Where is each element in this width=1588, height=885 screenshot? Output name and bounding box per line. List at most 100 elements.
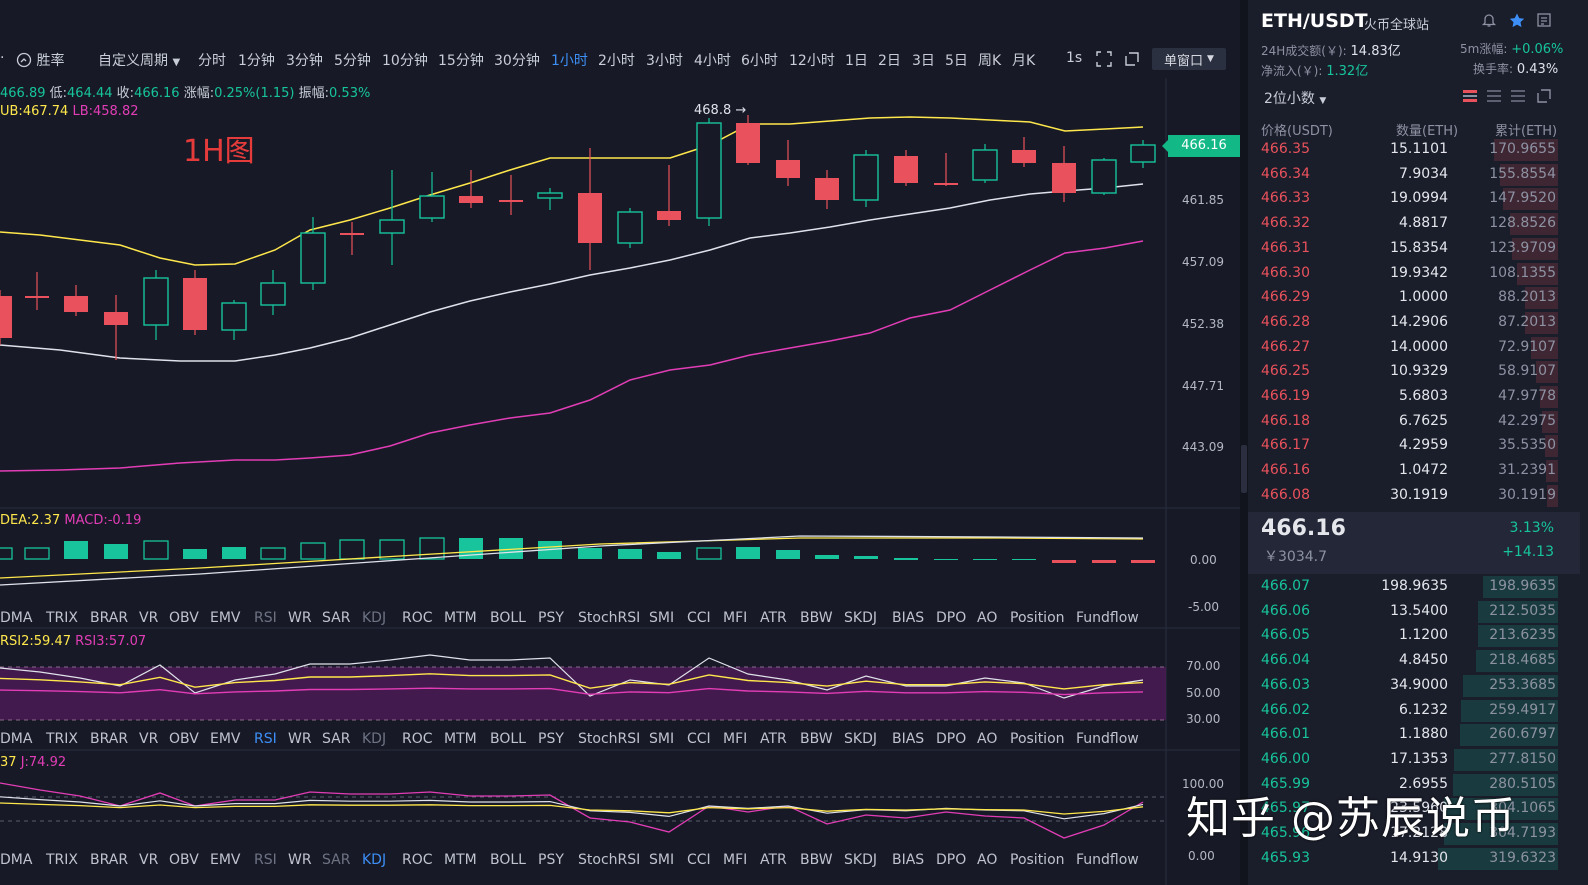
indicator-tab-emv[interactable]: EMV (210, 610, 241, 626)
indicator-tab-skdj[interactable]: SKDJ (844, 731, 877, 747)
bid-row[interactable]: 465.93 14.9130 319.6323 (1248, 847, 1588, 871)
ask-row[interactable]: 466.19 5.6803 47.9778 (1248, 385, 1588, 409)
indicator-tab-sar[interactable]: SAR (322, 852, 350, 868)
indicator-tab-skdj[interactable]: SKDJ (844, 610, 877, 626)
indicator-tab-fundflow[interactable]: Fundflow (1076, 610, 1139, 626)
star-icon[interactable] (1508, 12, 1526, 30)
indicator-tab-position[interactable]: Position (1010, 731, 1065, 747)
chart-area[interactable]: · 胜率 自定义周期 ▼ 分时 1分钟 3分钟 5分钟 10分钟 15分钟 30分钟 1小时 2… (0, 0, 1240, 885)
indicator-tab-dma[interactable]: DMA (0, 610, 32, 626)
indicator-tab-bbw[interactable]: BBW (800, 731, 833, 747)
indicator-tab-kdj[interactable]: KDJ (362, 610, 386, 626)
indicator-tab-position[interactable]: Position (1010, 610, 1065, 626)
indicator-tab-emv[interactable]: EMV (210, 852, 241, 868)
bid-row[interactable]: 466.03 34.9000 253.3685 (1248, 674, 1588, 698)
ask-row[interactable]: 466.30 19.9342 108.1355 (1248, 262, 1588, 286)
indicator-tab-sar[interactable]: SAR (322, 731, 350, 747)
indicator-tab-mtm[interactable]: MTM (444, 610, 477, 626)
indicator-tab-trix[interactable]: TRIX (46, 731, 78, 747)
pair-title[interactable]: ETH/USDT (1261, 10, 1368, 32)
ask-row[interactable]: 466.16 1.0472 31.2391 (1248, 459, 1588, 483)
indicator-tab-wr[interactable]: WR (288, 731, 312, 747)
indicator-tab-dpo[interactable]: DPO (936, 852, 966, 868)
orderbook-scrollbar[interactable] (1580, 118, 1588, 878)
indicator-tab-roc[interactable]: ROC (402, 610, 433, 626)
indicator-tab-stochrsi[interactable]: StochRSI (578, 852, 640, 868)
ask-row[interactable]: 466.17 4.2959 35.5350 (1248, 434, 1588, 458)
indicator-tab-obv[interactable]: OBV (169, 731, 199, 747)
indicator-tab-position[interactable]: Position (1010, 852, 1065, 868)
indicator-tab-rsi[interactable]: RSI (254, 731, 277, 747)
indicator-tab-brar[interactable]: BRAR (90, 731, 128, 747)
indicator-tab-cci[interactable]: CCI (687, 852, 711, 868)
decimals-dropdown[interactable]: 2位小数 ▼ (1264, 88, 1326, 108)
indicator-tab-rsi[interactable]: RSI (254, 610, 277, 626)
bid-row[interactable]: 466.07 198.9635 198.9635 (1248, 575, 1588, 599)
indicator-tab-vr[interactable]: VR (139, 610, 158, 626)
indicator-tab-mtm[interactable]: MTM (444, 731, 477, 747)
indicator-tab-kdj[interactable]: KDJ (362, 731, 386, 747)
indicator-tab-bias[interactable]: BIAS (892, 731, 924, 747)
bid-row[interactable]: 466.06 13.5400 212.5035 (1248, 600, 1588, 624)
indicator-tab-boll[interactable]: BOLL (490, 852, 526, 868)
indicator-tab-mtm[interactable]: MTM (444, 852, 477, 868)
indicator-tab-skdj[interactable]: SKDJ (844, 852, 877, 868)
indicator-tab-psy[interactable]: PSY (538, 731, 564, 747)
indicator-tab-dma[interactable]: DMA (0, 852, 32, 868)
indicator-tab-smi[interactable]: SMI (649, 852, 674, 868)
indicator-tab-atr[interactable]: ATR (760, 610, 787, 626)
ask-row[interactable]: 466.31 15.8354 123.9709 (1248, 237, 1588, 261)
ask-row[interactable]: 466.33 19.0994 147.9520 (1248, 187, 1588, 211)
ask-row[interactable]: 466.34 7.9034 155.8554 (1248, 163, 1588, 187)
indicator-tab-psy[interactable]: PSY (538, 852, 564, 868)
panel-divider[interactable] (1240, 0, 1248, 885)
ask-row[interactable]: 466.29 1.0000 88.2013 (1248, 286, 1588, 310)
bid-row[interactable]: 466.01 1.1880 260.6797 (1248, 723, 1588, 747)
details-icon[interactable] (1536, 12, 1554, 30)
indicator-tab-mfi[interactable]: MFI (723, 852, 747, 868)
indicator-tab-boll[interactable]: BOLL (490, 731, 526, 747)
indicator-tab-dpo[interactable]: DPO (936, 610, 966, 626)
indicator-tab-rsi[interactable]: RSI (254, 852, 277, 868)
divider-handle[interactable] (1241, 445, 1247, 493)
indicator-tab-cci[interactable]: CCI (687, 610, 711, 626)
indicator-tab-bias[interactable]: BIAS (892, 852, 924, 868)
indicator-tab-vr[interactable]: VR (139, 731, 158, 747)
indicator-tab-stochrsi[interactable]: StochRSI (578, 610, 640, 626)
indicator-tab-brar[interactable]: BRAR (90, 852, 128, 868)
orderbook-asks-icon[interactable] (1510, 88, 1526, 104)
indicator-tab-obv[interactable]: OBV (169, 610, 199, 626)
expand-icon[interactable] (1536, 88, 1552, 104)
indicator-tab-obv[interactable]: OBV (169, 852, 199, 868)
indicator-tab-bbw[interactable]: BBW (800, 610, 833, 626)
indicator-tab-dma[interactable]: DMA (0, 731, 32, 747)
indicator-tab-sar[interactable]: SAR (322, 610, 350, 626)
indicator-tab-psy[interactable]: PSY (538, 610, 564, 626)
indicator-tab-mfi[interactable]: MFI (723, 731, 747, 747)
indicator-tab-fundflow[interactable]: Fundflow (1076, 731, 1139, 747)
indicator-tab-stochrsi[interactable]: StochRSI (578, 731, 640, 747)
indicator-tab-mfi[interactable]: MFI (723, 610, 747, 626)
indicator-tab-cci[interactable]: CCI (687, 731, 711, 747)
candlestick-chart[interactable] (0, 0, 1240, 885)
indicator-tab-roc[interactable]: ROC (402, 731, 433, 747)
indicator-tab-atr[interactable]: ATR (760, 852, 787, 868)
indicator-tab-kdj[interactable]: KDJ (362, 852, 386, 868)
indicator-tab-wr[interactable]: WR (288, 610, 312, 626)
ask-row[interactable]: 466.08 30.1919 30.1919 (1248, 484, 1588, 508)
ask-row[interactable]: 466.18 6.7625 42.2975 (1248, 410, 1588, 434)
indicator-tab-dpo[interactable]: DPO (936, 731, 966, 747)
indicator-tab-ao[interactable]: AO (977, 852, 997, 868)
indicator-tab-brar[interactable]: BRAR (90, 610, 128, 626)
orderbook-bids-icon[interactable] (1486, 88, 1502, 104)
indicator-tab-boll[interactable]: BOLL (490, 610, 526, 626)
bell-icon[interactable] (1481, 12, 1499, 30)
bid-row[interactable]: 466.00 17.1353 277.8150 (1248, 748, 1588, 772)
indicator-tab-ao[interactable]: AO (977, 731, 997, 747)
indicator-tab-ao[interactable]: AO (977, 610, 997, 626)
ask-row[interactable]: 466.32 4.8817 128.8526 (1248, 212, 1588, 236)
orderbook-both-icon[interactable] (1462, 88, 1478, 104)
indicator-tab-wr[interactable]: WR (288, 852, 312, 868)
bid-row[interactable]: 466.05 1.1200 213.6235 (1248, 624, 1588, 648)
indicator-tab-trix[interactable]: TRIX (46, 852, 78, 868)
